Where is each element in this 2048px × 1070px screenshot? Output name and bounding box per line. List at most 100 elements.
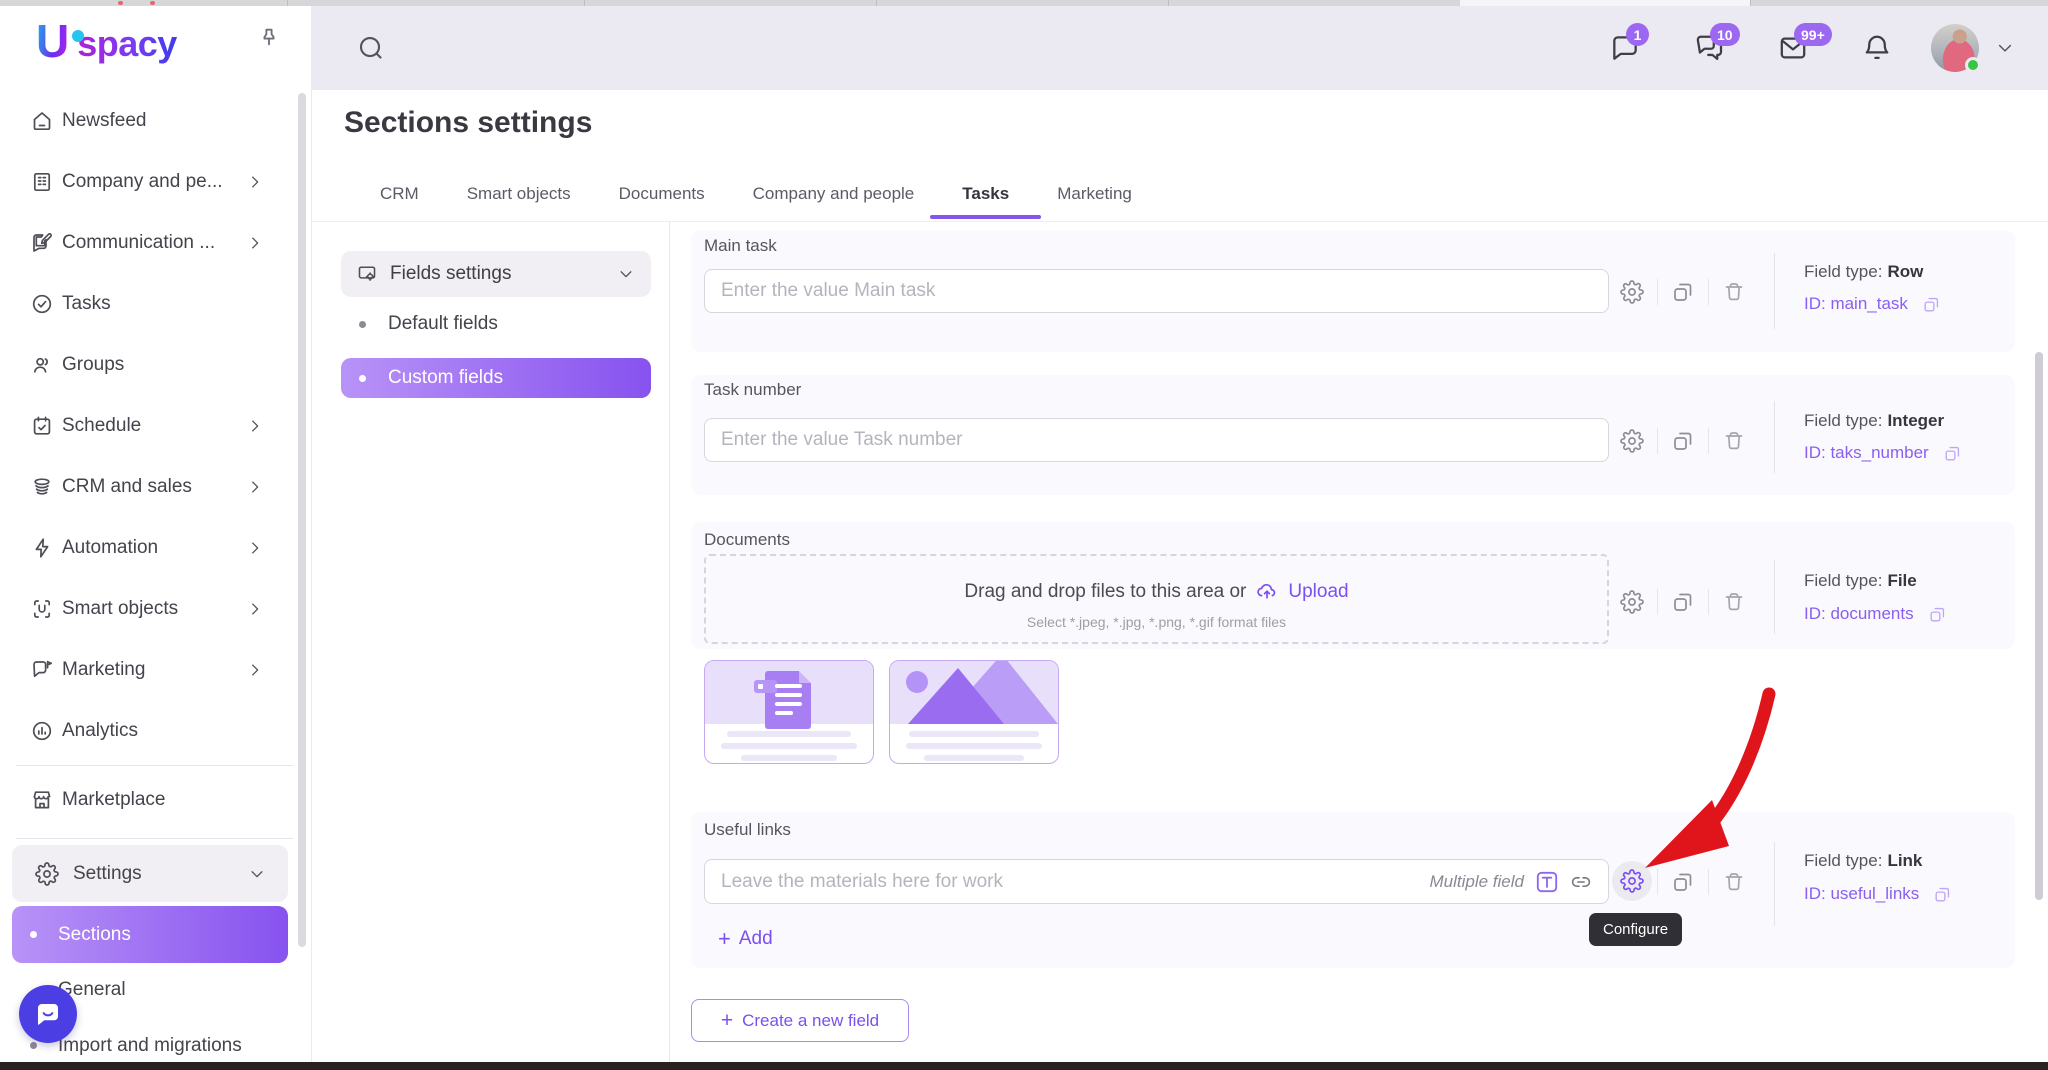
sidebar-nav: Newsfeed Company and pe... Communication… (0, 90, 311, 761)
communication-icon (30, 231, 54, 255)
search-icon[interactable] (356, 33, 386, 63)
chevron-right-icon (246, 539, 264, 557)
image-preview-thumbnail[interactable] (889, 660, 1059, 764)
notifications-bell-button[interactable] (1861, 32, 1893, 64)
page-scrollbar[interactable] (2035, 352, 2043, 900)
duplicate-button[interactable] (1671, 590, 1695, 614)
duplicate-button[interactable] (1671, 870, 1695, 894)
tab-crm[interactable]: CRM (380, 184, 419, 219)
sidebar-item-newsfeed[interactable]: Newsfeed (0, 90, 311, 151)
field-type: Field type:Integer (1804, 411, 1944, 431)
online-status-dot (1965, 57, 1981, 73)
delete-button[interactable] (1722, 429, 1746, 453)
sidebar-item-company-and-people[interactable]: Company and pe... (0, 151, 311, 212)
file-dropzone[interactable]: Drag and drop files to this area or Uplo… (704, 554, 1609, 644)
sidebar-item-settings[interactable]: Settings (12, 845, 288, 902)
copy-id-button[interactable] (1933, 885, 1952, 904)
divider (1708, 589, 1709, 615)
uspacy-logo[interactable]: U spacy (36, 14, 177, 66)
configure-gear-button[interactable] (1620, 280, 1644, 304)
tab-documents[interactable]: Documents (619, 184, 705, 219)
chat-button[interactable]: 1 (1609, 32, 1641, 64)
divider (1657, 279, 1658, 305)
chevron-right-icon (246, 600, 264, 618)
company-icon (30, 170, 54, 194)
useful-links-input[interactable]: Leave the materials here for work Multip… (704, 859, 1609, 904)
chat-bubble-icon (33, 999, 63, 1029)
chevron-down-icon (248, 865, 266, 883)
create-new-field-button[interactable]: + Create a new field (691, 999, 909, 1042)
sidebar-item-crm-and-sales[interactable]: CRM and sales (0, 456, 311, 517)
panel-item-default-fields[interactable]: Default fields (341, 304, 651, 344)
chevron-right-icon (246, 661, 264, 679)
tasks-icon (30, 292, 54, 316)
link-icon[interactable] (1570, 871, 1592, 893)
duplicate-button[interactable] (1671, 429, 1695, 453)
main-task-input[interactable]: Enter the value Main task (704, 269, 1609, 313)
copy-id-button[interactable] (1922, 295, 1941, 314)
tab-tasks[interactable]: Tasks (962, 184, 1009, 219)
sidebar-item-smart-objects[interactable]: Smart objects (0, 578, 311, 639)
sidebar-item-schedule[interactable]: Schedule (0, 395, 311, 456)
sidebar-item-label: Communication ... (62, 232, 215, 254)
chevron-down-icon[interactable] (1995, 38, 2015, 58)
sidebar-item-automation[interactable]: Automation (0, 517, 311, 578)
chevron-right-icon (246, 234, 264, 252)
delete-button[interactable] (1722, 870, 1746, 894)
delete-button[interactable] (1722, 590, 1746, 614)
add-value-button[interactable]: + Add (718, 928, 773, 950)
delete-button[interactable] (1722, 280, 1746, 304)
divider (1657, 869, 1658, 895)
duplicate-button[interactable] (1671, 280, 1695, 304)
mail-button[interactable]: 99+ (1777, 32, 1809, 64)
field-actions (1620, 589, 1746, 615)
field-id: ID: main_task (1804, 294, 1941, 314)
fields-settings-header[interactable]: Fields settings (341, 251, 651, 297)
configure-gear-button[interactable] (1620, 590, 1644, 614)
sidebar-item-marketplace[interactable]: Marketplace (0, 769, 311, 830)
support-chat-button[interactable] (19, 985, 77, 1043)
field-card-main-task: Main task Enter the value Main task Fiel… (691, 230, 2015, 352)
field-id: ID: documents (1804, 604, 1947, 624)
user-avatar[interactable] (1931, 24, 1979, 72)
divider (1708, 428, 1709, 454)
copy-id-button[interactable] (1928, 605, 1947, 624)
bullet-icon (30, 931, 37, 938)
panel-item-custom-fields[interactable]: Custom fields (341, 358, 651, 398)
document-preview-thumbnail[interactable] (704, 660, 874, 764)
field-actions (1620, 279, 1746, 305)
sidebar-item-groups[interactable]: Groups (0, 334, 311, 395)
copy-id-button[interactable] (1943, 444, 1962, 463)
tab-company-and-people[interactable]: Company and people (753, 184, 915, 219)
text-type-icon[interactable] (1534, 869, 1560, 895)
pin-sidebar-icon[interactable] (256, 26, 282, 52)
logo-letter: U (36, 16, 69, 66)
tab-marketing[interactable]: Marketing (1057, 184, 1132, 219)
field-label: Documents (704, 530, 790, 550)
tab-smart-objects[interactable]: Smart objects (467, 184, 571, 219)
divider (1774, 842, 1775, 926)
panel-item-label: Default fields (388, 313, 498, 335)
configure-gear-button[interactable] (1612, 861, 1652, 901)
upload-link[interactable]: Upload (1288, 581, 1348, 603)
page-title: Sections settings (344, 106, 592, 140)
group-chats-button[interactable]: 10 (1693, 32, 1725, 64)
sidebar-item-communication[interactable]: Communication ... (0, 212, 311, 273)
sidebar-scrollbar[interactable] (298, 93, 306, 947)
task-number-input[interactable]: Enter the value Task number (704, 418, 1609, 462)
sidebar-item-analytics[interactable]: Analytics (0, 700, 311, 761)
configure-gear-button[interactable] (1620, 429, 1644, 453)
input-placeholder: Leave the materials here for work (721, 871, 1003, 893)
sidebar-item-label: Marketplace (62, 789, 166, 811)
sidebar-item-marketing[interactable]: Marketing (0, 639, 311, 700)
field-card-task-number: Task number Enter the value Task number … (691, 375, 2015, 495)
sidebar-item-tasks[interactable]: Tasks (0, 273, 311, 334)
multiple-field-label: Multiple field (1430, 872, 1525, 892)
group-chats-badge: 10 (1710, 23, 1740, 46)
sidebar-item-label: Groups (62, 354, 124, 376)
divider (1708, 869, 1709, 895)
image-illustration (890, 661, 1058, 724)
sidebar-item-sections[interactable]: Sections (12, 906, 288, 963)
bullet-icon (359, 321, 366, 328)
chevron-right-icon (246, 173, 264, 191)
